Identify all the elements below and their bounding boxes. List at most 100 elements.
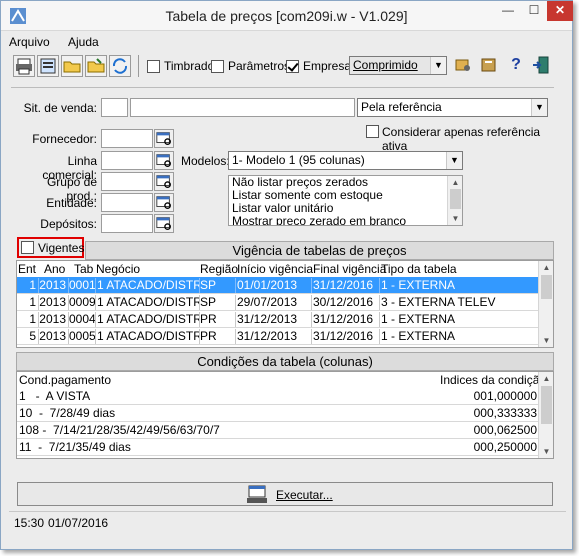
close-icon[interactable]: ✕ <box>547 1 573 21</box>
modelo-select[interactable]: 1- Modelo 1 (95 colunas) ▼ <box>228 151 463 170</box>
grupo-prod-field[interactable] <box>101 172 153 191</box>
maximize-icon[interactable]: ☐ <box>521 1 547 21</box>
book-icon[interactable] <box>479 55 501 77</box>
table-row[interactable]: 1 2013 0009 1 ATACADO/DISTRI SP 29/07/20… <box>17 294 552 311</box>
vigencia-scrollbar[interactable]: ▲ ▼ <box>538 261 553 347</box>
col-negocio[interactable]: Negócio <box>96 262 140 276</box>
vigentes-checkbox[interactable] <box>21 241 34 254</box>
chevron-down-icon: ▼ <box>446 152 462 169</box>
cell-tab: 0009 <box>69 295 96 310</box>
cell-tipo: 1 - EXTERNA <box>381 278 456 292</box>
table-row[interactable]: 10 - 7/28/49 dias 000,333333 <box>17 405 552 422</box>
preview-icon[interactable] <box>37 55 59 77</box>
config-icon[interactable] <box>453 55 475 77</box>
depositos-label: Depósitos: <box>40 217 97 231</box>
vigencia-header: Vigência de tabelas de preços <box>85 241 554 260</box>
cell-final: 31/12/2016 <box>313 278 380 293</box>
cell-tipo: 3 - EXTERNA TELEV <box>381 295 496 309</box>
table-row[interactable]: 11 - 7/21/35/49 dias 000,250000 <box>17 439 552 456</box>
status-time: 15:30 <box>14 516 45 530</box>
cell-inicio: 29/07/2013 <box>237 295 312 310</box>
condicoes-grid-header: Cond.pagamento Indices da condição <box>17 372 553 388</box>
executar-button[interactable]: Executar... <box>17 482 553 506</box>
cell-cond: 1 - A VISTA <box>19 389 91 403</box>
col-inicio[interactable]: Início vigência <box>237 262 313 276</box>
cell-tab: 0004 <box>69 312 96 327</box>
empresa-checkbox[interactable] <box>286 60 299 73</box>
parametros-checkbox[interactable] <box>211 60 224 73</box>
options-scrollbar[interactable]: ▲ ▼ <box>447 176 462 225</box>
cell-tab: 0005 <box>69 329 96 344</box>
col-ano[interactable]: Ano <box>44 262 65 276</box>
cell-regiao: PR <box>200 329 236 344</box>
col-indices[interactable]: Indices da condição <box>440 373 546 387</box>
format-select[interactable]: Comprimido ▼ <box>349 56 447 75</box>
col-final[interactable]: Final vigência <box>313 262 386 276</box>
col-tab[interactable]: Tab <box>74 262 93 276</box>
menu-arquivo[interactable]: Arquivo <box>9 35 50 49</box>
option-item[interactable]: Mostrar preço zerado em branco <box>229 215 462 226</box>
cell-ano: 2013 <box>39 278 69 293</box>
lookup-icon[interactable] <box>154 151 174 170</box>
linha-comercial-field[interactable] <box>101 151 153 170</box>
lookup-icon[interactable] <box>154 129 174 148</box>
scroll-down-icon[interactable]: ▼ <box>539 334 553 347</box>
col-ent[interactable]: Ent <box>18 262 36 276</box>
cell-cond: 11 - 7/21/35/49 dias <box>19 440 131 454</box>
condicoes-scrollbar[interactable]: ▲ ▼ <box>538 372 553 458</box>
modelos-label: Modelos: <box>181 154 230 168</box>
timbrado-checkbox[interactable] <box>147 60 160 73</box>
scroll-down-icon[interactable]: ▼ <box>448 212 462 225</box>
col-cond-pagamento[interactable]: Cond.pagamento <box>19 373 111 387</box>
save-folder-icon[interactable] <box>85 55 107 77</box>
print-icon[interactable] <box>13 55 35 77</box>
fornecedor-field[interactable] <box>101 129 153 148</box>
scroll-thumb[interactable] <box>541 275 552 299</box>
cell-ent: 1 <box>17 278 39 293</box>
chevron-down-icon: ▼ <box>531 99 547 116</box>
table-row[interactable]: 1 2013 0004 1 ATACADO/DISTRI PR 31/12/20… <box>17 311 552 328</box>
scroll-up-icon[interactable]: ▲ <box>448 176 462 189</box>
toolbar: Timbrado Parâmetros Empresa Comprimido ▼… <box>11 53 567 79</box>
table-row[interactable]: 108 - 7/14/21/28/35/42/49/56/63/70/7 000… <box>17 422 552 439</box>
cell-negocio: 1 ATACADO/DISTRI <box>97 295 200 310</box>
condicoes-header: Condições da tabela (colunas) <box>16 352 554 371</box>
menu-ajuda[interactable]: Ajuda <box>68 35 99 49</box>
col-tipo[interactable]: Tipo da tabela <box>381 262 457 276</box>
sit-venda-code-field[interactable] <box>101 98 128 117</box>
scroll-up-icon[interactable]: ▲ <box>539 261 553 274</box>
cell-tipo: 1 - EXTERNA <box>381 312 456 326</box>
timbrado-label: Timbrado <box>164 59 215 73</box>
scroll-thumb[interactable] <box>450 189 461 209</box>
menu-bar: Arquivo Ajuda <box>1 32 572 50</box>
cell-inicio: 01/01/2013 <box>237 278 312 293</box>
lookup-icon[interactable] <box>154 172 174 191</box>
table-row[interactable]: 5 2013 0005 1 ATACADO/DISTRI PR 31/12/20… <box>17 328 552 345</box>
table-row[interactable]: 1 - A VISTA 001,000000 <box>17 388 552 405</box>
lookup-icon[interactable] <box>154 214 174 233</box>
depositos-field[interactable] <box>101 214 153 233</box>
refresh-icon[interactable] <box>109 55 131 77</box>
vigencia-grid[interactable]: Ent Ano Tab Negócio Região Início vigênc… <box>16 260 554 348</box>
options-list[interactable]: Não listar preços zerados Listar somente… <box>228 175 463 226</box>
cell-regiao: PR <box>200 312 236 327</box>
minimize-icon[interactable]: — <box>495 1 521 21</box>
help-icon[interactable]: ? <box>505 55 527 77</box>
entidade-field[interactable] <box>101 193 153 212</box>
order-select[interactable]: Pela referência ▼ <box>357 98 548 117</box>
scroll-thumb[interactable] <box>541 386 552 424</box>
cell-indice: 000,333333 <box>473 406 537 420</box>
lookup-icon[interactable] <box>154 193 174 212</box>
sit-venda-desc-field[interactable] <box>130 98 355 117</box>
condicoes-grid[interactable]: Cond.pagamento Indices da condição 1 - A… <box>16 371 554 459</box>
cell-final: 31/12/2016 <box>313 312 380 327</box>
cell-ent: 1 <box>17 312 39 327</box>
scroll-up-icon[interactable]: ▲ <box>539 372 553 385</box>
parametros-label: Parâmetros <box>228 59 291 73</box>
scroll-down-icon[interactable]: ▼ <box>539 445 553 458</box>
exit-door-icon[interactable] <box>531 55 553 77</box>
col-regiao[interactable]: Região <box>200 262 238 276</box>
open-folder-icon[interactable] <box>61 55 83 77</box>
table-row[interactable]: 1 2013 0001 1 ATACADO/DISTRI SP 01/01/20… <box>17 277 552 294</box>
considerar-checkbox[interactable] <box>366 125 379 138</box>
